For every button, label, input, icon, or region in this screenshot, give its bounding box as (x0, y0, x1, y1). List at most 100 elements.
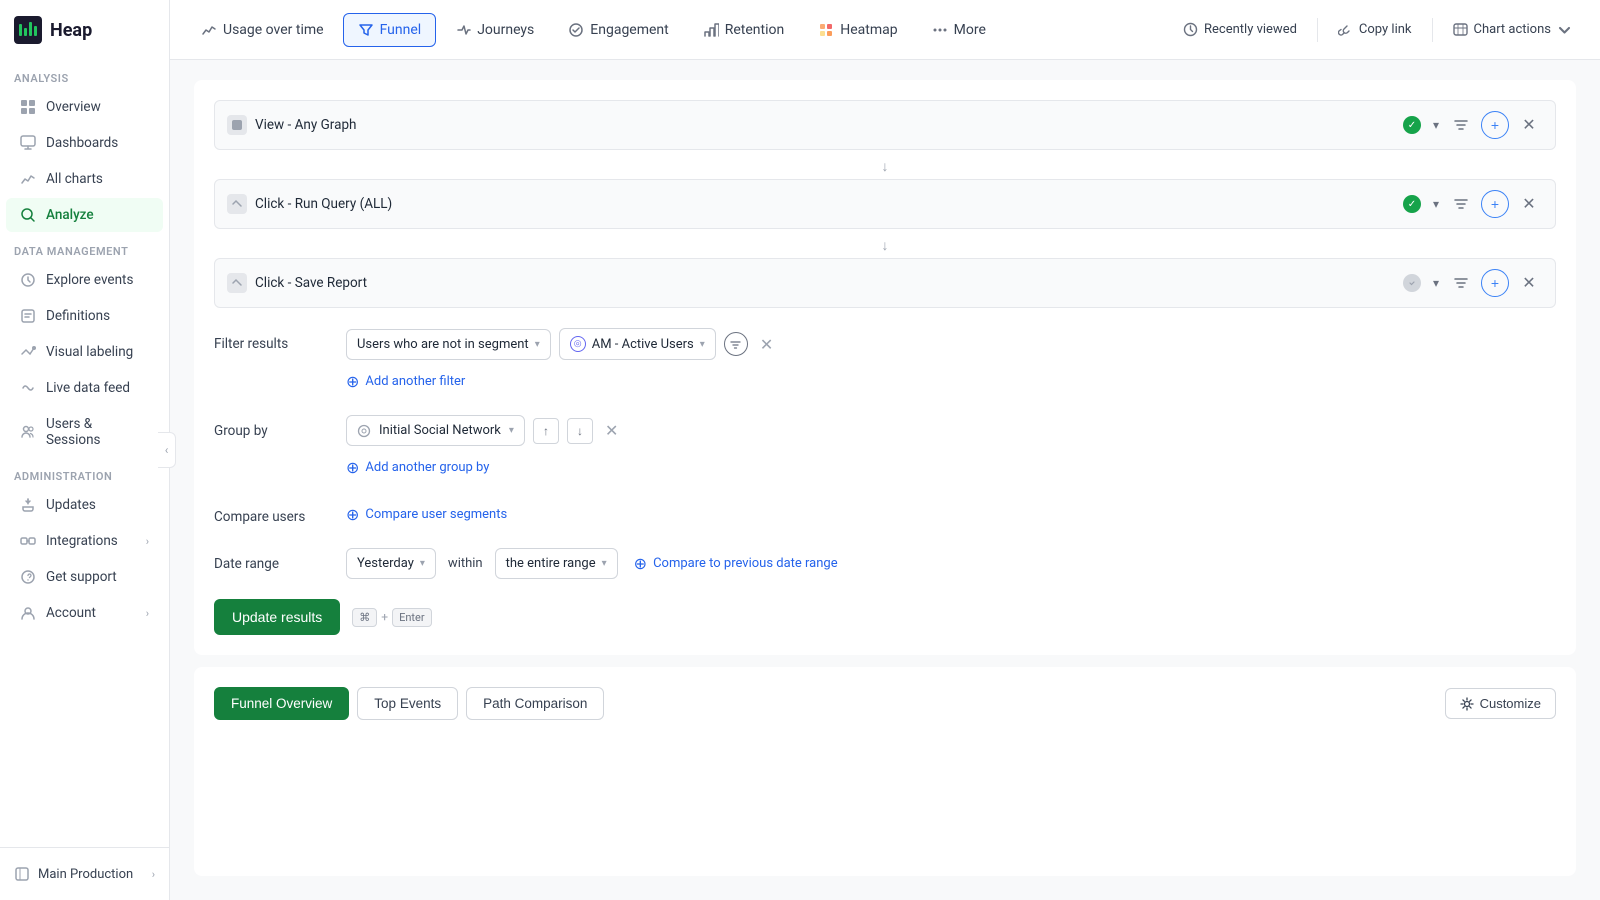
compare-user-segments-link[interactable]: ⊕ Compare user segments (346, 501, 507, 528)
step1-add-btn[interactable]: + (1481, 111, 1509, 139)
compare-date-icon: ⊕ (634, 554, 647, 573)
filter-segment-select[interactable]: ◎ AM - Active Users ▾ (559, 328, 716, 360)
step3-filter-btn[interactable] (1447, 269, 1475, 297)
sidebar-item-explore-events[interactable]: Explore events (6, 263, 163, 297)
sidebar-item-dashboards[interactable]: Dashboards (6, 126, 163, 160)
sidebar-item-definitions[interactable]: Definitions (6, 299, 163, 333)
step2-event-icon (227, 194, 247, 214)
app-logo: Heap (0, 0, 169, 60)
filter-close-btn[interactable]: ✕ (756, 331, 777, 358)
step3-actions: + ✕ (1447, 269, 1543, 297)
recently-viewed-label: Recently viewed (1204, 22, 1297, 37)
recently-viewed-btn[interactable]: Recently viewed (1171, 15, 1309, 44)
date-range-row: Date range Yesterday ▾ within the entire… (214, 548, 1556, 579)
nav-right-actions: Recently viewed Copy link Chart actio (1171, 15, 1584, 44)
step1-filter-btn[interactable] (1447, 111, 1475, 139)
sidebar-collapse-toggle[interactable]: ‹ (158, 432, 176, 468)
tab-engagement-label: Engagement (590, 22, 668, 38)
sidebar-item-integrations[interactable]: Integrations › (6, 524, 163, 558)
copy-link-icon (1338, 22, 1353, 37)
tab-journeys[interactable]: Journeys (440, 13, 549, 47)
step2-filter-btn[interactable] (1447, 190, 1475, 218)
date-range-controls-row: Yesterday ▾ within the entire range ▾ ⊕ (346, 548, 838, 579)
date-select[interactable]: Yesterday ▾ (346, 548, 436, 579)
copy-link-btn[interactable]: Copy link (1326, 15, 1424, 44)
step3-dropdown-caret[interactable]: ▾ (1433, 276, 1439, 290)
compare-users-controls: ⊕ Compare user segments (346, 501, 507, 528)
step1-remove-btn[interactable]: ✕ (1515, 111, 1543, 139)
group-remove-btn[interactable]: ✕ (601, 417, 622, 444)
funnel-config-panel: View - Any Graph ✓ ▾ + ✕ ↓ (194, 80, 1576, 655)
tab-funnel[interactable]: Funnel (343, 13, 437, 47)
compare-users-label: Compare users (214, 501, 334, 525)
step2-remove-btn[interactable]: ✕ (1515, 190, 1543, 218)
users-sessions-label: Users & Sessions (46, 416, 149, 448)
chart-actions-icon (1453, 22, 1468, 37)
add-group-link[interactable]: ⊕ Add another group by (346, 454, 622, 481)
step3-label: Click - Save Report (255, 275, 1395, 291)
compare-date-link[interactable]: ⊕ Compare to previous date range (634, 550, 838, 577)
top-events-label: Top Events (374, 696, 441, 711)
step3-remove-btn[interactable]: ✕ (1515, 269, 1543, 297)
date-select-text: Yesterday (357, 556, 414, 571)
updates-icon (20, 497, 36, 513)
sidebar-item-live-data-feed[interactable]: Live data feed (6, 371, 163, 405)
step2-dropdown-caret[interactable]: ▾ (1433, 197, 1439, 211)
results-tab-funnel-overview[interactable]: Funnel Overview (214, 687, 349, 720)
sidebar-item-overview[interactable]: Overview (6, 90, 163, 124)
group-sort-up-btn[interactable]: ↑ (533, 418, 559, 444)
group-by-controls: Initial Social Network ▾ ↑ ↓ ✕ ⊕ Add ano… (346, 415, 622, 481)
results-tab-path-comparison[interactable]: Path Comparison (466, 687, 604, 720)
group-by-controls-row: Initial Social Network ▾ ↑ ↓ ✕ (346, 415, 622, 446)
funnel-step-3: Click - Save Report ▾ + ✕ (214, 258, 1556, 308)
step3-event-icon (227, 273, 247, 293)
compare-add-label: Compare user segments (365, 507, 507, 522)
main-content: View - Any Graph ✓ ▾ + ✕ ↓ (170, 60, 1600, 900)
funnel-step-1: View - Any Graph ✓ ▾ + ✕ (214, 100, 1556, 150)
workspace-switcher[interactable]: Main Production › (0, 856, 169, 892)
keyboard-shortcut: ⌘ + Enter (352, 608, 431, 627)
group-by-text: Initial Social Network (379, 423, 501, 438)
sidebar-item-get-support[interactable]: Get support (6, 560, 163, 594)
heap-logo-icon (14, 16, 42, 44)
filter-condition-select[interactable]: Users who are not in segment ▾ (346, 329, 551, 360)
step-arrow-1: ↓ (214, 154, 1556, 179)
sidebar-item-account[interactable]: Account › (6, 596, 163, 630)
tab-heatmap[interactable]: Heatmap (803, 13, 912, 47)
range-select[interactable]: the entire range ▾ (495, 548, 618, 579)
customize-btn[interactable]: Customize (1445, 688, 1556, 719)
visual-labeling-label: Visual labeling (46, 344, 133, 360)
sidebar-item-users-sessions[interactable]: Users & Sessions (6, 407, 163, 457)
tab-usage-over-time[interactable]: Usage over time (186, 13, 339, 47)
sidebar-item-updates[interactable]: Updates (6, 488, 163, 522)
analyze-icon (20, 207, 36, 223)
step1-dropdown-caret[interactable]: ▾ (1433, 118, 1439, 132)
step3-add-btn[interactable]: + (1481, 269, 1509, 297)
step2-shield: ✓ (1403, 195, 1421, 213)
funnel-step-2: Click - Run Query (ALL) ✓ ▾ + ✕ (214, 179, 1556, 229)
sidebar-item-visual-labeling[interactable]: Visual labeling (6, 335, 163, 369)
group-by-row: Group by Initial Social Network ▾ (214, 415, 1556, 481)
group-by-select[interactable]: Initial Social Network ▾ (346, 415, 525, 446)
tab-more[interactable]: More (917, 13, 1001, 47)
update-results-btn[interactable]: Update results (214, 599, 340, 635)
tab-retention[interactable]: Retention (688, 13, 800, 47)
step2-add-btn[interactable]: + (1481, 190, 1509, 218)
cmd-key: ⌘ (352, 608, 377, 627)
recently-viewed-icon (1183, 22, 1198, 37)
add-filter-label: Add another filter (365, 374, 465, 389)
results-tab-top-events[interactable]: Top Events (357, 687, 458, 720)
more-icon (932, 22, 948, 38)
chart-actions-btn[interactable]: Chart actions (1441, 15, 1585, 44)
sidebar-item-allcharts[interactable]: All charts (6, 162, 163, 196)
add-filter-link[interactable]: ⊕ Add another filter (346, 368, 777, 395)
filter-label: Filter results (214, 328, 334, 352)
add-filter-icon: ⊕ (346, 372, 359, 391)
tab-engagement[interactable]: Engagement (553, 13, 683, 47)
group-sort-down-btn[interactable]: ↓ (567, 418, 593, 444)
compare-users-row: Compare users ⊕ Compare user segments (214, 501, 1556, 528)
sidebar-item-analyze[interactable]: Analyze (6, 198, 163, 232)
account-label: Account (46, 605, 96, 621)
integrations-icon (20, 533, 36, 549)
filter-settings-btn[interactable] (724, 332, 748, 356)
